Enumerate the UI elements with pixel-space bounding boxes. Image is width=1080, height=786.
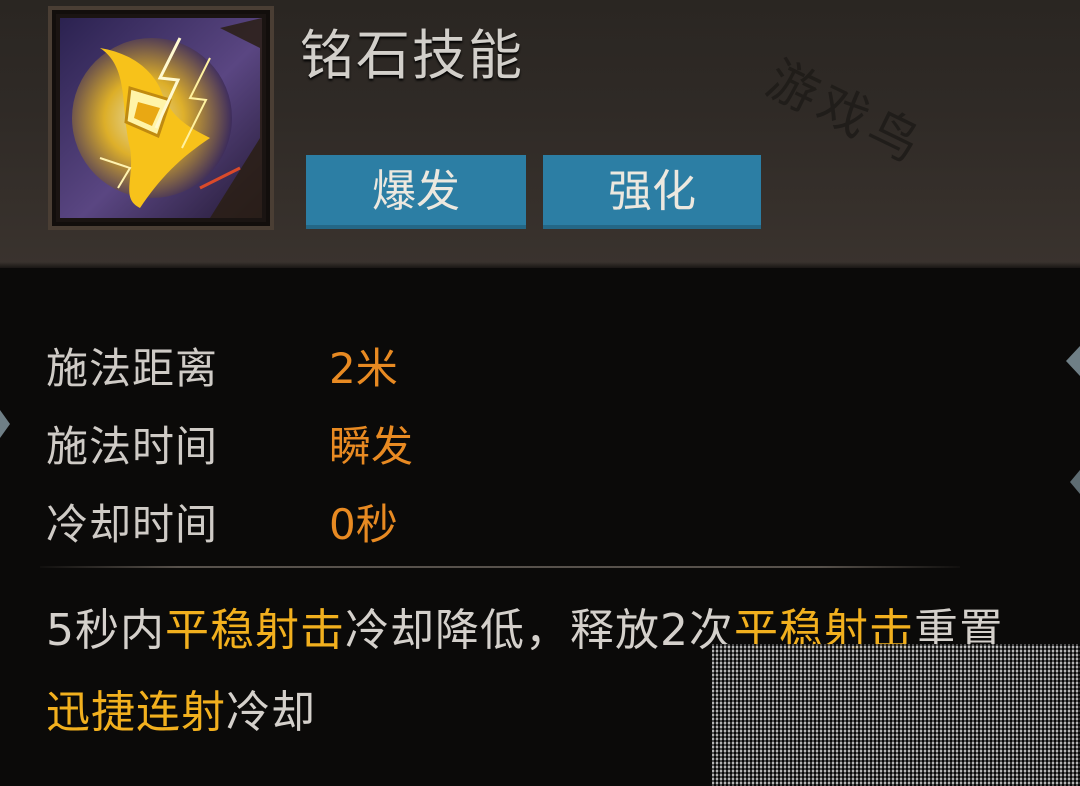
skill-header: 铭石技能 游戏鸟 爆发 强化 [0,0,1080,268]
watermark-text: 游戏鸟 [757,49,935,176]
skill-title: 铭石技能 [300,24,524,87]
stat-label: 施法时间 [46,421,219,471]
stat-row-cast-range: 施法距离 2米 [46,326,413,404]
desc-text: 5秒内 [46,605,165,656]
skill-stats: 施法距离 2米 施法时间 瞬发 冷却时间 0秒 [46,326,413,560]
skill-icon-frame [48,6,274,230]
stat-value: 2米 [329,343,398,393]
desc-text: 冷却降低，释放2次 [345,605,734,656]
stat-value: 0秒 [329,499,398,549]
stat-value: 瞬发 [329,421,414,471]
desc-skill-name: 迅捷连射 [46,687,226,738]
stat-row-cast-time: 施法时间 瞬发 [46,404,413,482]
crossbow-lightning-icon [60,18,262,218]
blurred-watermark-overlay [712,644,1080,786]
tag-burst: 爆发 [306,155,526,229]
right-arrow-small-icon [1070,470,1080,494]
stat-label: 冷却时间 [46,499,219,549]
left-arrow-icon [0,410,10,438]
stat-row-cooldown: 冷却时间 0秒 [46,482,413,560]
right-arrow-icon [1066,346,1080,376]
desc-text: 冷却 [226,687,316,738]
divider [40,566,960,568]
desc-skill-name: 平稳射击 [165,605,345,656]
stat-label: 施法距离 [46,343,219,393]
tag-enhance: 强化 [543,155,761,229]
